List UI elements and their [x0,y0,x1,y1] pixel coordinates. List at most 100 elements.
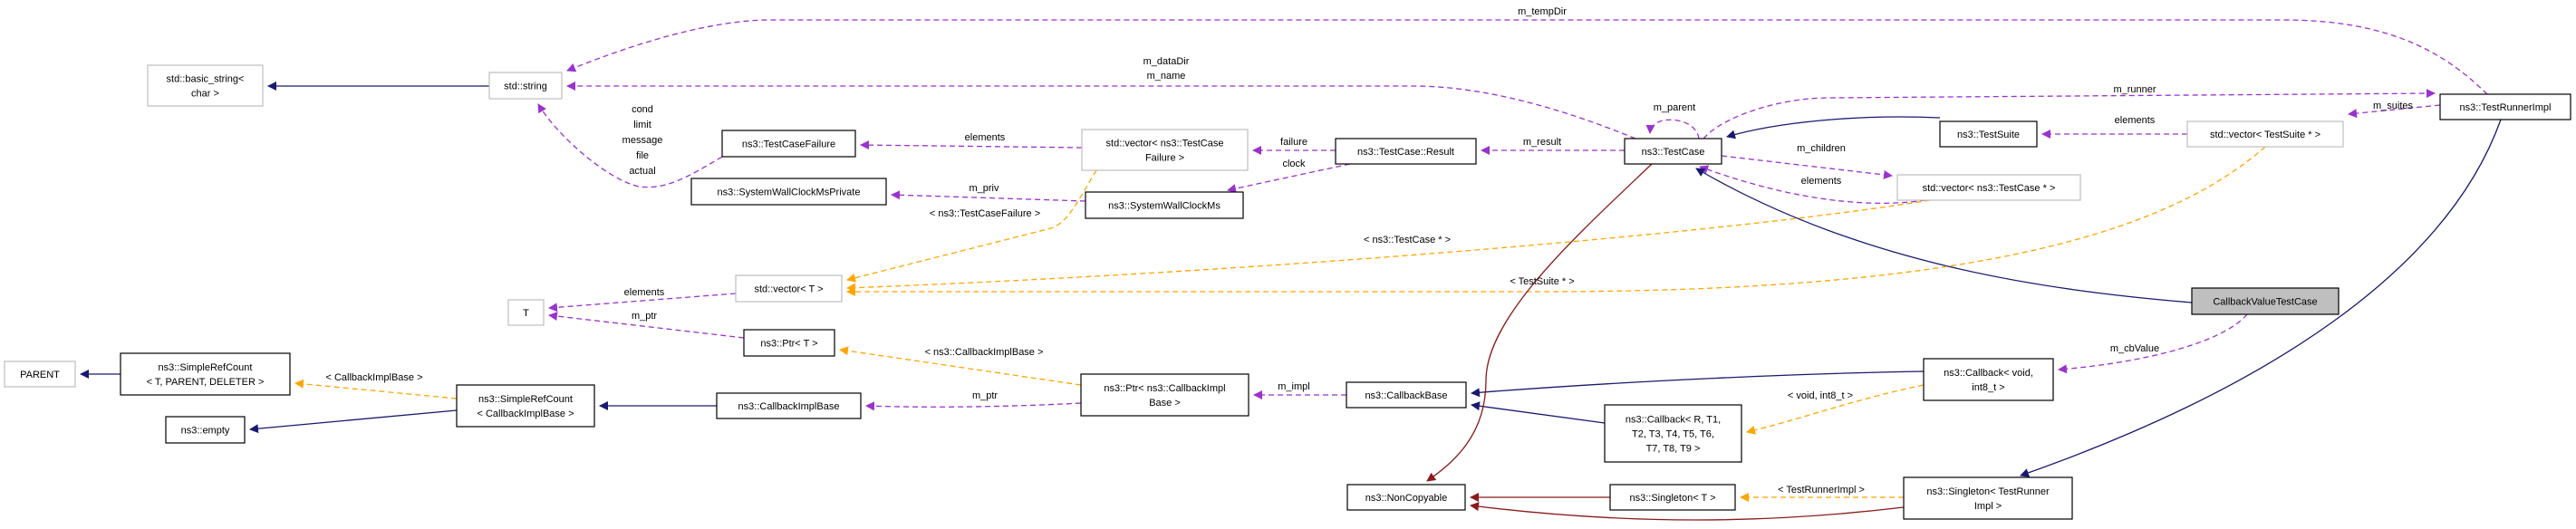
edge-label: m_parent [1654,102,1695,113]
node-label: ns3::Singleton< T > [1630,493,1716,504]
edge-template-src_cib-to-src_tpd [294,379,458,399]
node-label: ns3::empty [181,426,230,437]
edge-label: m_priv [969,183,999,194]
node-label: ns3::TestRunnerImpl [2460,102,2552,113]
node-empty[interactable]: ns3::empty [165,416,246,444]
node-src_tpd[interactable]: ns3::SimpleRefCount< T, PARENT, DELETER … [120,352,291,396]
edge-label: < TestSuite * > [1510,276,1574,287]
node-vec_tc[interactable]: std::vector< ns3::TestCase * > [1896,174,2081,201]
node-vec_ts[interactable]: std::vector< TestSuite * > [2186,120,2344,148]
node-label: < CallbackImplBase > [478,409,574,419]
node-box [120,352,291,396]
node-parent[interactable]: PARENT [4,361,76,388]
edge-template-vec_ts-to-vec_t [846,146,2266,296]
node-label: Failure > [1145,153,1184,164]
node-cb_void[interactable]: ns3::Callback< void,int8_t > [1923,358,2054,401]
edge-inheritance-cb_void-to-cbbase [1471,370,1925,398]
node-label: int8_t > [1972,382,2004,393]
node-result[interactable]: ns3::TestCase::Result [1335,138,1477,165]
node-runnerimpl[interactable]: ns3::TestRunnerImpl [2439,93,2571,120]
edge-label: actual [629,166,655,177]
node-box [456,384,595,428]
node-label: ns3::TestCase::Result [1357,147,1454,158]
edge-label: m_name [1147,71,1186,82]
node-src_cib[interactable]: ns3::SimpleRefCount< CallbackImplBase > [456,384,595,428]
node-string[interactable]: std::string [488,72,563,100]
node-swcm[interactable]: ns3::SystemWallClockMs [1085,191,1244,219]
node-box [147,64,264,107]
node-T[interactable]: T [507,299,545,326]
node-label: ns3::Ptr< ns3::CallbackImpl [1104,383,1225,394]
node-label: ns3::TestCase [1642,147,1705,158]
node-ptr_t[interactable]: ns3::Ptr< T > [743,329,835,357]
node-cib[interactable]: ns3::CallbackImplBase [716,392,862,419]
node-basic_string[interactable]: std::basic_string<char > [147,64,264,107]
node-ptr_cib[interactable]: ns3::Ptr< ns3::CallbackImplBase > [1080,373,1249,417]
node-focus[interactable]: CallbackValueTestCase [2191,287,2340,315]
node-cbbase[interactable]: ns3::CallbackBase [1346,381,1467,409]
edge-usage-testcase-to-testcase [1645,119,1700,139]
node-label: ns3::Callback< void, [1944,368,2033,379]
node-label: ns3::CallbackImplBase [738,401,840,412]
node-label: PARENT [20,370,60,380]
edge-label: file [636,150,649,161]
edge-label: clock [1282,159,1306,169]
node-tcfailure[interactable]: ns3::TestCaseFailure [721,130,856,158]
edge-label: m_cbValue [2110,343,2159,354]
node-label: std::vector< T > [754,284,823,295]
edge-label: elements [624,287,665,298]
edge-label: m_ptr [632,311,657,322]
edge-label: m_children [1797,143,1846,154]
edge-label: m_impl [1278,381,1309,392]
node-cb_generic[interactable]: ns3::Callback< R, T1,T2, T3, T4, T5, T6,… [1604,404,1742,463]
node-label: std::vector< ns3::TestCase * > [1923,183,2056,194]
node-label: ns3::SystemWallClockMsPrivate [718,188,861,198]
node-vec_t[interactable]: std::vector< T > [735,274,843,303]
edge-label: failure [1280,137,1307,148]
edge-label: < ns3::TestCaseFailure > [930,208,1040,219]
node-label: std::string [504,82,547,92]
node-box [1903,476,2073,520]
edge-usage-swcm-to-swcmpriv [891,190,1086,202]
edge-label-layer: m_tempDir m_dataDir m_namecond limit message… [326,6,2414,495]
edge-label: m_ptr [972,390,998,401]
node-label: char > [191,89,219,100]
node-label: std::vector< TestSuite * > [2210,130,2320,140]
node-label: ns3::Callback< R, T1, [1626,415,1721,426]
node-label: < T, PARENT, DELETER > [147,377,265,388]
node-swcmpriv[interactable]: ns3::SystemWallClockMsPrivate [690,178,887,206]
node-label: ns3::Singleton< TestRunner [1926,486,2050,497]
node-singleton_tri[interactable]: ns3::Singleton< TestRunnerImpl > [1903,476,2073,520]
node-vec_tcf[interactable]: std::vector< ns3::TestCaseFailure > [1081,129,1249,171]
node-layer: std::basic_string<char > std::stringns3::… [4,64,2571,520]
node-box [1081,129,1249,171]
node-box [1080,373,1249,417]
edge-label: message [622,135,663,146]
node-label: CallbackValueTestCase [2213,297,2317,308]
edge-label: m_tempDir [1518,6,1567,17]
edge-label: < CallbackImplBase > [326,372,423,383]
node-label: T [523,308,529,319]
edge-label: < void, int8_t > [1788,390,1853,401]
edge-label: elements [1801,176,1842,187]
node-label: ns3::CallbackBase [1365,390,1447,401]
edge-label: < ns3::TestCase * > [1364,235,1451,245]
node-testcase[interactable]: ns3::TestCase [1624,138,1722,165]
node-label: ns3::TestSuite [1957,130,2020,140]
node-label: ns3::Ptr< T > [760,339,817,350]
node-label: Base > [1149,398,1181,409]
edge-label: < ns3::CallbackImplBase > [925,347,1044,358]
edge-inheritance-testsuite-to-testcase [1726,116,1941,139]
node-label: ns3::SystemWallClockMs [1108,201,1220,212]
collaboration-diagram: m_tempDir m_dataDir m_namecond limit message… [4,6,2571,521]
node-label: T2, T3, T4, T5, T6, [1632,429,1714,440]
edge-label: limit [633,120,651,130]
node-noncopyable[interactable]: ns3::NonCopyable [1346,484,1466,511]
node-label: std::vector< ns3::TestCase [1106,139,1224,149]
edge-label: m_dataDir [1143,56,1190,67]
node-label: T7, T8, T9 > [1646,444,1701,455]
node-testsuite[interactable]: ns3::TestSuite [1939,120,2038,148]
node-singleton_t[interactable]: ns3::Singleton< T > [1609,484,1736,511]
node-box [1923,358,2054,401]
edge-label: elements [965,132,1006,143]
